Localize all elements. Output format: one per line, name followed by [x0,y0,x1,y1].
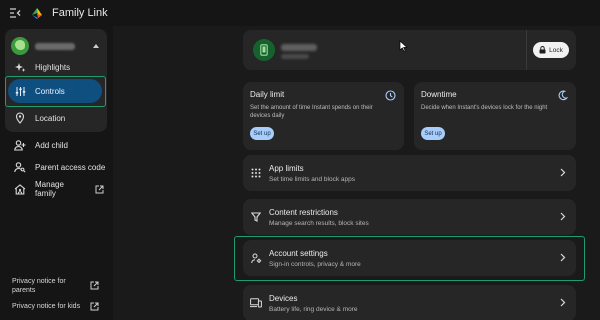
child-name-redacted [35,42,75,50]
chevron-right-icon [560,298,566,307]
sidebar-item-highlights[interactable]: Highlights [14,56,70,78]
daily-limit-description: Set the amount of time Instant spends on… [250,105,373,119]
moon-icon [557,90,568,101]
mouse-cursor-icon [399,40,408,52]
filter-icon [250,211,262,223]
device-card: Lock [243,30,576,70]
phone-icon [253,39,275,61]
sparkle-icon [14,61,26,73]
devices-subtitle: Battery life, ring device & more [269,306,358,313]
daily-limit-setup-button[interactable]: Set up [250,127,274,140]
daily-limit-card: Daily limit Set the amount of time Insta… [243,82,404,150]
sidebar-item-controls[interactable]: Controls [8,79,102,103]
devices-title: Devices [269,294,298,303]
parent-access-code-label: Parent access code [35,162,106,172]
parent-access-code-link[interactable]: Parent access code [14,156,105,178]
device-status-redacted [281,54,309,59]
sidebar-item-label: Highlights [35,62,71,72]
menu-collapse-icon[interactable] [6,4,24,22]
downtime-description: Decide when Instant's devices lock for t… [421,105,548,111]
family-link-logo [30,6,44,20]
add-child-label: Add child [35,140,68,150]
account-settings-row[interactable]: Account settings Sign-in controls, priva… [243,240,576,276]
daily-limit-title: Daily limit [250,90,285,99]
apps-grid-icon [250,167,262,179]
add-person-icon [14,139,26,151]
devices-icon [250,297,262,309]
chevron-up-icon [93,44,99,48]
manage-family-link[interactable]: Manage family [14,178,104,200]
location-pin-icon [14,112,26,124]
chevron-right-icon [560,212,566,221]
downtime-setup-button[interactable]: Set up [421,127,445,140]
clock-icon [385,90,396,101]
content-restrictions-row[interactable]: Content restrictions Manage search resul… [243,199,576,235]
chevron-right-icon [560,253,566,262]
privacy-notice-parents-label: Privacy notice for parents [12,278,66,294]
devices-row[interactable]: Devices Battery life, ring device & more [243,285,576,320]
sidebar-item-location[interactable]: Location [14,107,65,129]
content-restrictions-title: Content restrictions [269,208,338,217]
privacy-notice-parents-link[interactable]: Privacy notice for parents [12,277,102,295]
downtime-card: Downtime Decide when Instant's devices l… [414,82,576,150]
lock-button[interactable]: Lock [533,42,569,58]
sidebar-item-label: Location [35,113,66,123]
lock-button-label: Lock [549,46,563,54]
sliders-icon [15,86,26,97]
external-link-icon [95,185,104,194]
avatar [11,37,29,55]
manage-family-label: Manage family [35,180,64,198]
app-limits-row[interactable]: App limits Set time limits and block app… [243,155,576,191]
child-profile-switcher[interactable] [11,35,103,57]
app-limits-title: App limits [269,164,304,173]
privacy-notice-kids-link[interactable]: Privacy notice for kids [12,302,102,311]
sidebar-item-label: Controls [35,86,65,96]
person-key-icon [14,161,26,173]
app-title: Family Link [52,7,108,19]
chevron-right-icon [560,168,566,177]
family-house-icon [14,183,26,195]
account-settings-icon [250,252,262,264]
external-link-icon [90,281,99,295]
account-settings-subtitle: Sign-in controls, privacy & more [269,261,361,268]
device-name-redacted [281,44,317,51]
app-limits-subtitle: Set time limits and block apps [269,176,355,183]
external-link-icon [90,302,99,311]
sidebar: Highlights Controls Location Add child P… [0,26,112,320]
content-restrictions-subtitle: Manage search results, block sites [269,220,369,227]
downtime-title: Downtime [421,90,457,99]
privacy-notice-kids-label: Privacy notice for kids [12,303,81,310]
controls-highlight-outline: Controls [5,76,106,107]
account-settings-title: Account settings [269,249,328,258]
add-child-link[interactable]: Add child [14,134,68,156]
lock-icon [539,46,546,54]
divider [526,30,527,70]
top-bar: Family Link [0,0,600,26]
